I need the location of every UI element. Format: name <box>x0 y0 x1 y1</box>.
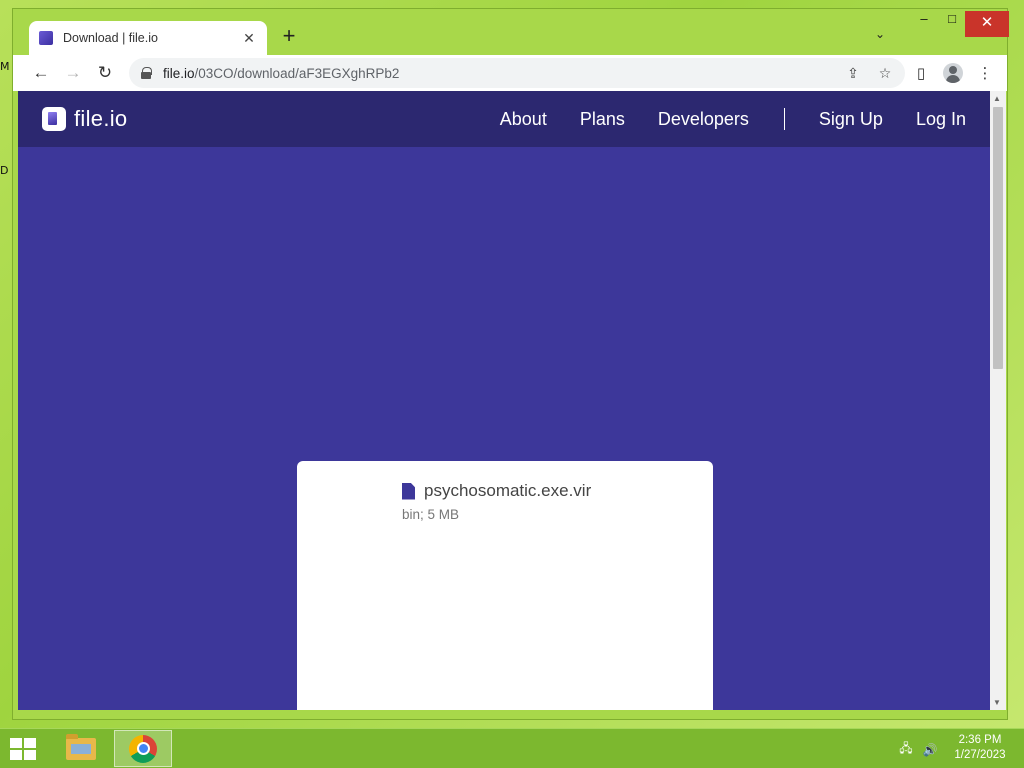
url-path: /03CO/download/aF3EGXghRPb2 <box>194 65 400 81</box>
lock-icon[interactable] <box>141 67 152 79</box>
new-tab-button[interactable]: + <box>277 25 301 49</box>
taskbar-file-explorer[interactable] <box>60 731 102 767</box>
bookmark-star-icon[interactable]: ☆ <box>869 65 901 82</box>
share-icon[interactable]: ⇪ <box>837 65 869 82</box>
volume-icon[interactable]: 🔊 <box>920 743 940 757</box>
avatar <box>943 63 963 83</box>
scroll-down-arrow-icon[interactable]: ▼ <box>993 698 1001 707</box>
address-bar[interactable]: file.io/03CO/download/aF3EGXghRPb2 ⇪ ☆ <box>129 58 905 88</box>
page-scrollbar[interactable]: ▲ ▼ <box>990 91 1006 710</box>
browser-toolbar: ← → ↻ file.io/03CO/download/aF3EGXghRPb2… <box>13 55 1007 91</box>
browser-window: Download | file.io ✕ + ⌄ – □ ✕ ← → ↻ fil… <box>12 8 1009 720</box>
taskbar: 🖧 🔊 2:36 PM 1/27/2023 <box>0 728 1024 768</box>
network-icon[interactable]: 🖧 <box>896 739 916 760</box>
tab-search-chevron-icon[interactable]: ⌄ <box>875 27 885 41</box>
nav-link-plans[interactable]: Plans <box>580 109 625 130</box>
scroll-thumb[interactable] <box>993 107 1003 369</box>
file-download-card: psychosomatic.exe.vir bin; 5 MB <box>297 461 713 710</box>
menu-kebab-icon[interactable]: ⋮ <box>969 57 1001 89</box>
window-close-button[interactable]: ✕ <box>965 11 1009 37</box>
site-header: file.io About Plans Developers Sign Up L… <box>18 91 990 147</box>
clock-time: 2:36 PM <box>958 734 1002 746</box>
site-logo[interactable]: file.io <box>42 106 127 132</box>
nav-link-sign-up[interactable]: Sign Up <box>819 109 883 130</box>
maximize-button[interactable]: □ <box>938 11 966 37</box>
file-title-row: psychosomatic.exe.vir <box>402 481 591 501</box>
file-io-logo-icon <box>42 107 66 131</box>
side-panel-icon[interactable]: ▯ <box>905 57 937 89</box>
chrome-icon <box>129 734 157 763</box>
tab-title: Download | file.io <box>63 31 158 45</box>
clock[interactable]: 2:36 PM 1/27/2023 <box>950 733 1010 763</box>
minimize-button[interactable]: – <box>910 11 938 37</box>
nav-divider <box>783 108 785 130</box>
site-nav: About Plans Developers Sign Up Log In <box>467 91 966 147</box>
file-icon <box>402 482 415 500</box>
title-bar: Download | file.io ✕ + ⌄ – □ ✕ <box>13 9 1009 55</box>
windows-logo-icon <box>10 738 36 760</box>
scroll-up-arrow-icon[interactable]: ▲ <box>993 94 1001 103</box>
file-name: psychosomatic.exe.vir <box>424 481 592 500</box>
back-button[interactable]: ← <box>25 57 57 89</box>
clock-date: 1/27/2023 <box>954 749 1006 761</box>
file-meta: bin; 5 MB <box>402 507 460 522</box>
profile-button[interactable] <box>937 57 969 89</box>
folder-icon <box>66 734 96 760</box>
start-button[interactable] <box>8 735 38 763</box>
reload-button[interactable]: ↻ <box>89 57 121 89</box>
desktop-icon-label-m[interactable]: M <box>0 60 10 73</box>
url-host: file.io <box>163 65 195 81</box>
forward-button[interactable]: → <box>57 57 89 89</box>
tab-download[interactable]: Download | file.io ✕ <box>29 21 267 55</box>
nav-link-developers[interactable]: Developers <box>658 109 749 130</box>
taskbar-chrome[interactable] <box>114 730 172 767</box>
toolbar-right: ▯ ⋮ <box>905 57 1001 89</box>
omnibox-actions: ⇪ ☆ <box>837 58 901 88</box>
nav-link-log-in[interactable]: Log In <box>916 109 966 130</box>
page-viewport: file.io About Plans Developers Sign Up L… <box>18 91 990 710</box>
tab-close-icon[interactable]: ✕ <box>241 30 257 47</box>
desktop-icon-label-d[interactable]: D <box>0 164 8 177</box>
system-tray: 🖧 🔊 <box>896 739 944 760</box>
nav-link-about[interactable]: About <box>500 109 547 130</box>
file-io-favicon-icon <box>39 31 53 45</box>
logo-text: file.io <box>74 106 128 131</box>
